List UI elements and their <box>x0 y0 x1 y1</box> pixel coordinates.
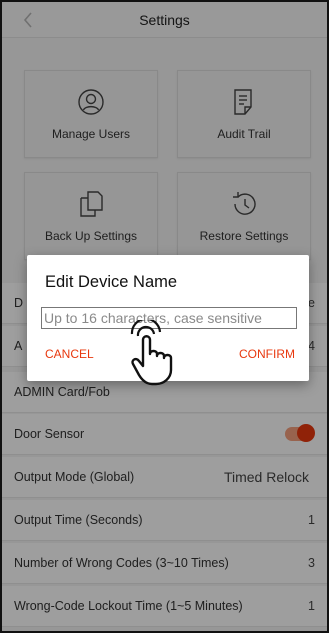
dialog-title: Edit Device Name <box>45 273 178 291</box>
confirm-button[interactable]: CONFIRM <box>239 347 295 361</box>
cancel-button[interactable]: CANCEL <box>45 347 94 361</box>
tap-hand-icon <box>130 320 173 386</box>
settings-screen: Settings Manage Users Audit Trail Back U… <box>0 0 329 633</box>
